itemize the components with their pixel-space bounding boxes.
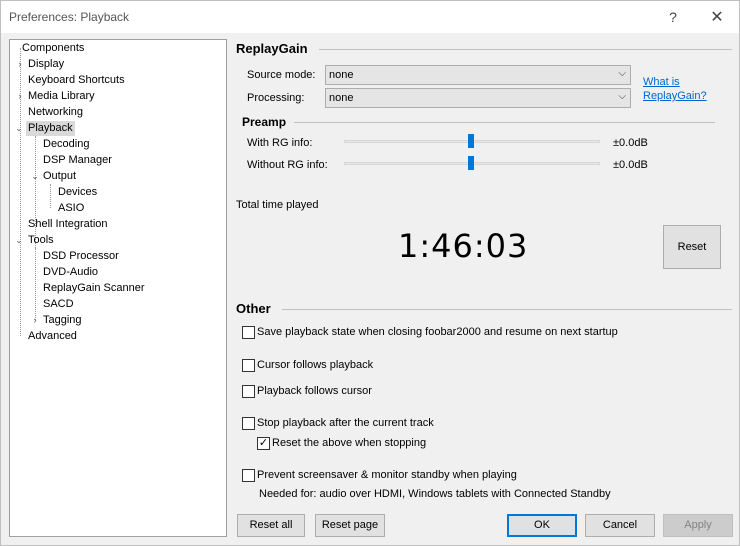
reset-time-button[interactable]: Reset	[663, 225, 721, 269]
other-heading: Other	[236, 301, 271, 316]
prevent-screensaver-note: Needed for: audio over HDMI, Windows tab…	[259, 488, 611, 500]
cursor-follows-playback-checkbox[interactable]	[242, 359, 255, 372]
help-button[interactable]: ?	[651, 1, 695, 32]
title-bar: Preferences: Playback ? ✕	[1, 1, 739, 33]
divider	[319, 49, 732, 50]
check-icon: ✓	[258, 437, 269, 449]
close-icon: ✕	[710, 8, 724, 26]
tree-guide	[35, 248, 36, 320]
preferences-tree: Components › Display Keyboard Shortcuts …	[9, 39, 227, 537]
preamp-heading: Preamp	[242, 115, 287, 129]
collapse-icon[interactable]: ⌄	[15, 121, 23, 136]
replaygain-heading: ReplayGain	[236, 41, 308, 56]
what-is-replaygain-link[interactable]: What is ReplayGain?	[643, 75, 707, 103]
without-rg-value: ±0.0dB	[613, 159, 648, 171]
collapse-icon[interactable]: ⌄	[15, 233, 23, 248]
stop-after-current-label: Stop playback after the current track	[257, 417, 434, 429]
close-button[interactable]: ✕	[695, 1, 739, 32]
prevent-screensaver-label: Prevent screensaver & monitor standby wh…	[257, 469, 517, 481]
stop-after-current-checkbox[interactable]	[242, 417, 255, 430]
reset-when-stopping-label: Reset the above when stopping	[272, 437, 427, 449]
without-rg-label: Without RG info:	[247, 159, 328, 171]
window-title: Preferences: Playback	[9, 10, 130, 24]
save-playback-state-label: Save playback state when closing foobar2…	[257, 326, 618, 338]
divider	[294, 122, 715, 123]
tree-guide	[50, 184, 51, 208]
playback-follows-cursor-label: Playback follows cursor	[257, 385, 372, 397]
chevron-down-icon: ⌵	[618, 68, 626, 79]
reset-when-stopping-checkbox[interactable]: ✓	[257, 437, 270, 450]
with-rg-label: With RG info:	[247, 137, 313, 149]
chevron-down-icon: ⌵	[618, 91, 626, 102]
cursor-follows-playback-label: Cursor follows playback	[257, 359, 374, 371]
processing-select[interactable]: none ⌵	[325, 88, 631, 108]
playback-follows-cursor-checkbox[interactable]	[242, 385, 255, 398]
collapse-icon[interactable]: ⌄	[31, 169, 39, 184]
prevent-screensaver-checkbox[interactable]	[242, 469, 255, 482]
expand-icon[interactable]: ›	[31, 313, 39, 328]
save-playback-state-checkbox[interactable]	[242, 326, 255, 339]
with-rg-value: ±0.0dB	[613, 137, 648, 149]
reset-page-button[interactable]: Reset page	[315, 514, 385, 537]
total-time-value: 1:46:03	[398, 227, 529, 265]
expand-icon[interactable]: ›	[16, 57, 24, 72]
source-mode-select[interactable]: none ⌵	[325, 65, 631, 85]
reset-all-button[interactable]: Reset all	[237, 514, 305, 537]
expand-icon[interactable]: ›	[16, 89, 24, 104]
processing-label: Processing:	[247, 92, 305, 104]
preferences-window: Preferences: Playback ? ✕ Components › D…	[0, 0, 740, 546]
ok-button[interactable]: OK	[507, 514, 577, 537]
source-mode-label: Source mode:	[247, 69, 316, 81]
total-time-label: Total time played	[236, 199, 319, 211]
divider	[282, 309, 732, 310]
without-rg-slider-thumb[interactable]	[468, 156, 474, 170]
with-rg-slider-thumb[interactable]	[468, 134, 474, 148]
apply-button[interactable]: Apply	[663, 514, 733, 537]
help-icon: ?	[669, 8, 677, 25]
cancel-button[interactable]: Cancel	[585, 514, 655, 537]
